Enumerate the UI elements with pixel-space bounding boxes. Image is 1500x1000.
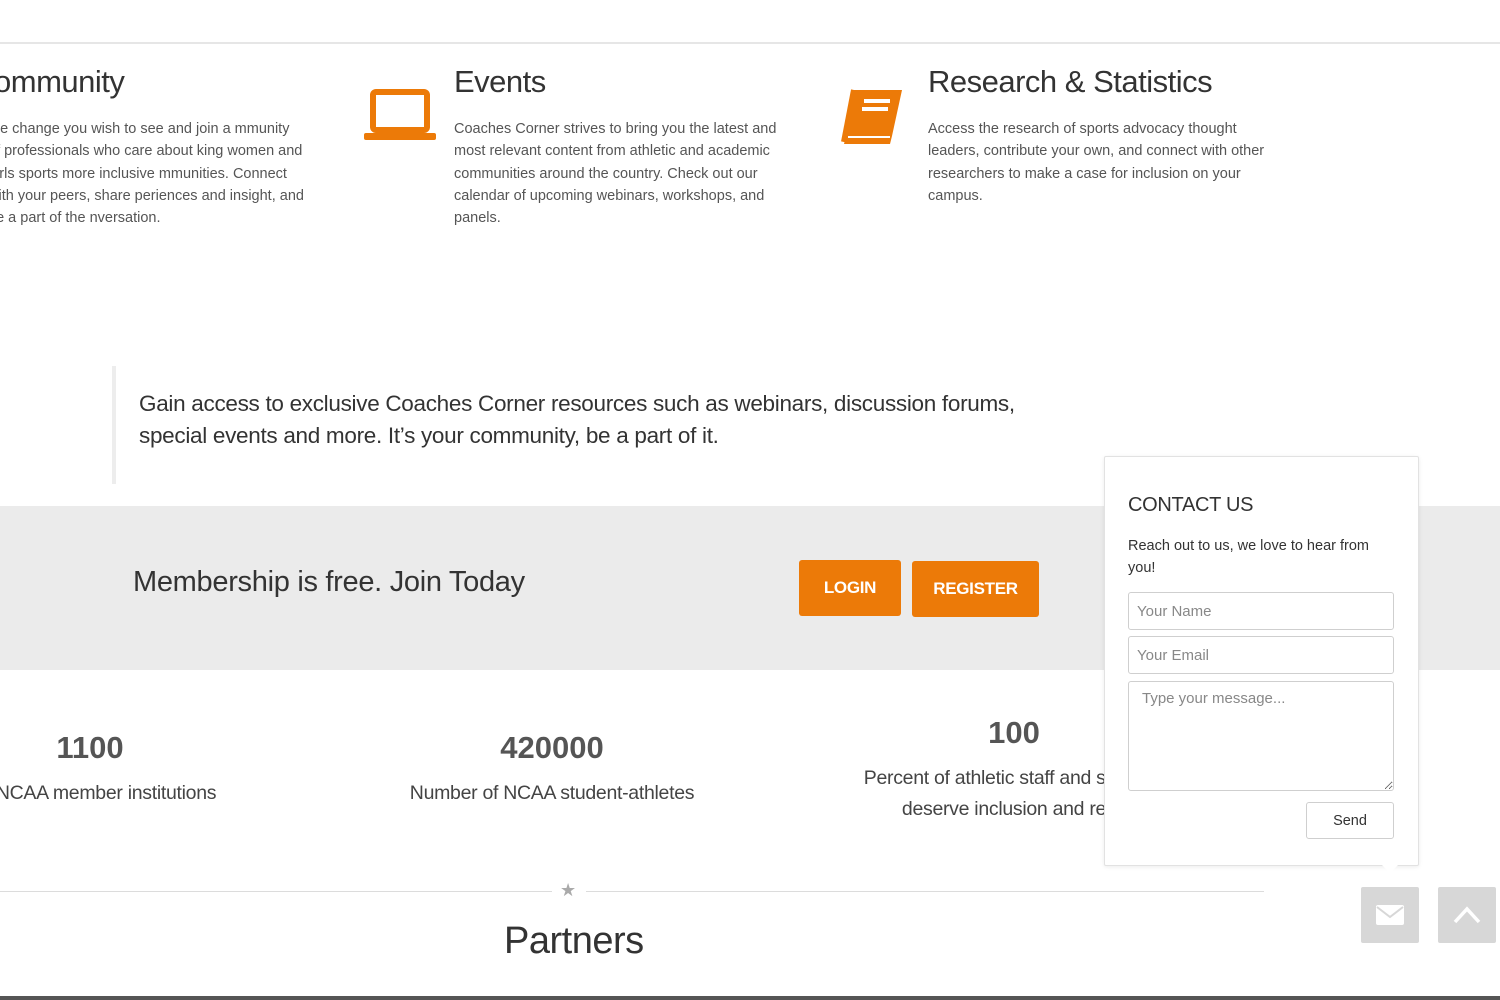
quote-text: Gain access to exclusive Coaches Corner … bbox=[139, 391, 1015, 448]
partners-title: Partners bbox=[504, 920, 644, 962]
scroll-to-top-button[interactable] bbox=[1438, 887, 1496, 943]
name-input[interactable] bbox=[1128, 592, 1394, 630]
email-input[interactable] bbox=[1128, 636, 1394, 674]
chevron-up-icon bbox=[1453, 906, 1481, 924]
divider-line-left bbox=[0, 891, 552, 892]
login-button[interactable]: LOGIN bbox=[799, 560, 901, 616]
contact-panel-caret bbox=[1380, 863, 1400, 873]
feature-research: Research & Statistics Access the researc… bbox=[928, 64, 1273, 207]
divider-line-right bbox=[586, 891, 1264, 892]
membership-text: Membership is free. Join Today bbox=[133, 566, 525, 598]
feature-community: ommunity the change you wish to see and … bbox=[0, 64, 304, 229]
top-divider bbox=[0, 42, 1500, 44]
envelope-icon bbox=[1376, 905, 1404, 925]
feature-description: Coaches Corner strives to bring you the … bbox=[454, 121, 777, 227]
stat-label-line2: deserve inclusion and resp bbox=[901, 798, 1127, 820]
contact-toggle-button[interactable] bbox=[1361, 887, 1419, 943]
contact-panel: CONTACT US Reach out to us, we love to h… bbox=[1104, 456, 1419, 866]
feature-events: Events Coaches Corner strives to bring y… bbox=[454, 64, 799, 229]
register-button[interactable]: REGISTER bbox=[912, 561, 1039, 617]
feature-title: Events bbox=[454, 64, 546, 99]
contact-title: CONTACT US bbox=[1128, 494, 1254, 516]
feature-title: ommunity bbox=[0, 64, 125, 99]
send-button[interactable]: Send bbox=[1306, 802, 1394, 839]
feature-description: the change you wish to see and join a mm… bbox=[0, 121, 304, 227]
laptop-icon bbox=[364, 89, 436, 140]
contact-subtitle: Reach out to us, we love to hear from yo… bbox=[1128, 538, 1369, 576]
book-icon bbox=[841, 89, 902, 144]
message-textarea[interactable] bbox=[1128, 681, 1394, 791]
bottom-border bbox=[0, 996, 1500, 1000]
quote-bar bbox=[112, 366, 116, 484]
feature-title: Research & Statistics bbox=[928, 64, 1213, 99]
star-icon: ★ bbox=[560, 880, 577, 900]
feature-description: Access the research of sports advocacy t… bbox=[928, 121, 1265, 204]
